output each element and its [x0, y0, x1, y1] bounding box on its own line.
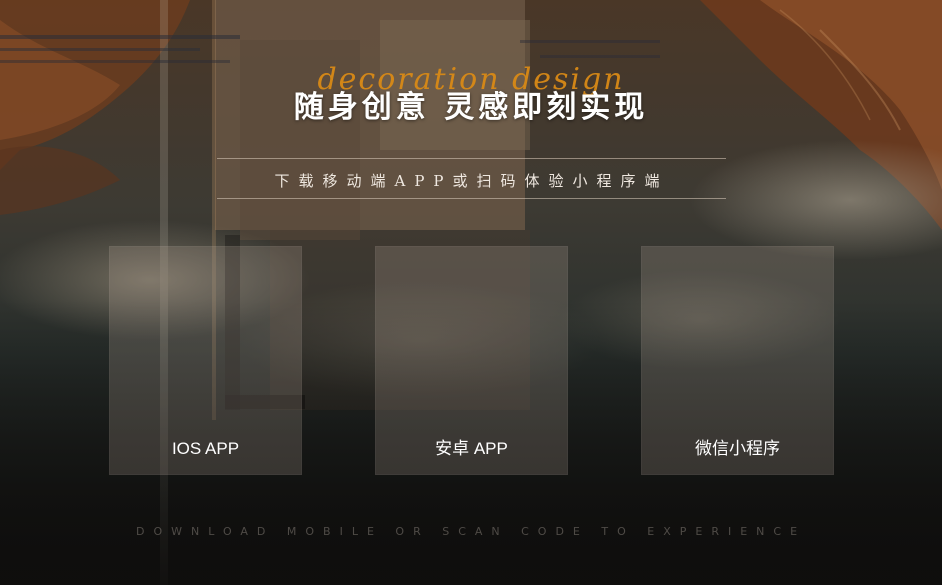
download-instruction: 下载移动端APP或扫码体验小程序端 — [274, 172, 669, 190]
android-app-card[interactable]: 安卓 APP — [375, 246, 568, 475]
android-app-label: 安卓 APP — [435, 439, 508, 458]
wechat-miniprogram-card[interactable]: 微信小程序 — [641, 246, 834, 475]
divider-bottom — [217, 198, 726, 199]
ios-app-card[interactable]: IOS APP — [109, 246, 302, 475]
download-section: decoration design 随身创意 灵感即刻实现 下载移动端APP或扫… — [0, 0, 942, 585]
ios-app-label: IOS APP — [171, 439, 240, 458]
footer-caption: DOWNLOAD MOBILE OR SCAN CODE TO EXPERIEN… — [135, 525, 807, 538]
divider-top — [217, 158, 726, 159]
page-title: 随身创意 灵感即刻实现 — [293, 90, 649, 125]
wechat-miniprogram-label: 微信小程序 — [695, 439, 780, 458]
